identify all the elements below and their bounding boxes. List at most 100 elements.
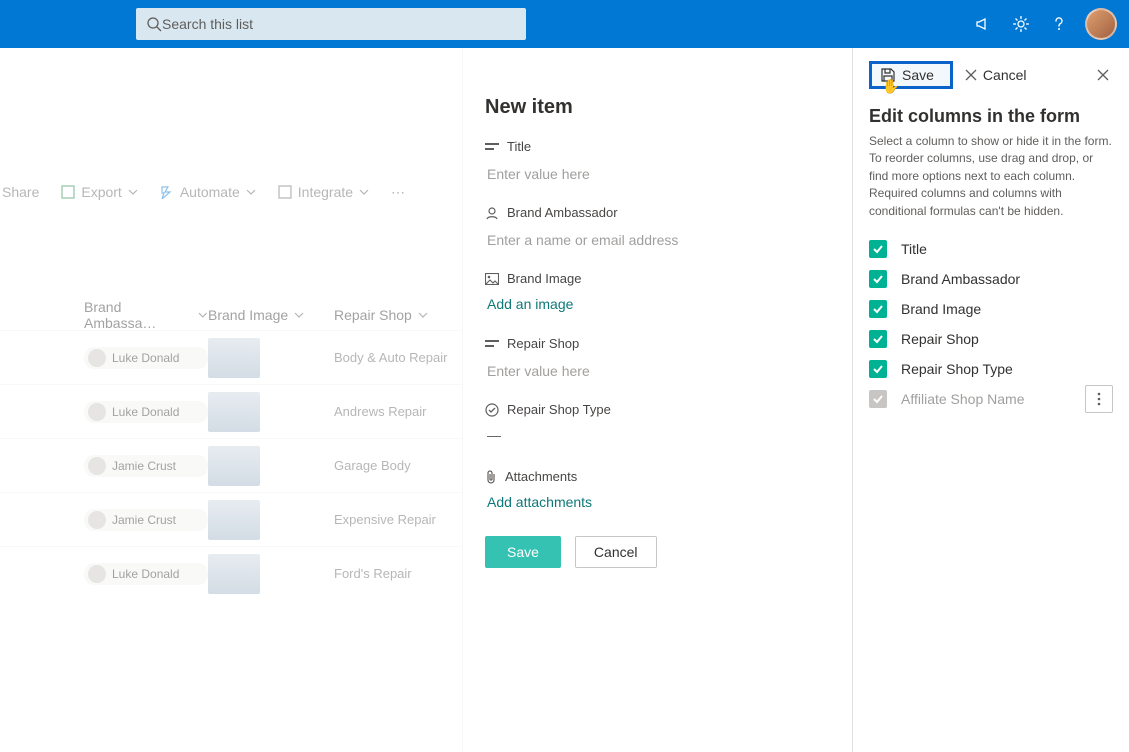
person-name: Jamie Crust [112, 513, 176, 527]
text-field-icon [485, 338, 499, 350]
column-label: Repair Shop Type [901, 361, 1013, 377]
search-icon [146, 16, 162, 32]
megaphone-icon[interactable] [967, 8, 999, 40]
person-name: Luke Donald [112, 405, 179, 419]
integrate-button[interactable]: Integrate [278, 184, 369, 200]
column-label: Brand Ambassador [901, 271, 1020, 287]
avatar[interactable] [1085, 8, 1117, 40]
avatar [88, 511, 106, 529]
panel-close-button[interactable] [1093, 65, 1113, 85]
repair-shop-label: Repair Shop [507, 336, 579, 351]
person-icon [485, 206, 499, 220]
repair-shop-cell: Ford's Repair [334, 566, 474, 581]
column-toggle-row[interactable]: Title [869, 234, 1113, 264]
repair-shop-type-value[interactable]: — [485, 423, 826, 453]
checkbox[interactable] [869, 240, 887, 258]
checkbox[interactable] [869, 300, 887, 318]
column-label: Affiliate Shop Name [901, 391, 1024, 407]
col-brand-ambassador[interactable]: Brand Ambassa… [84, 299, 208, 331]
person-pill: Luke Donald [84, 347, 208, 369]
avatar [88, 565, 106, 583]
panel-description: Select a column to show or hide it in th… [869, 133, 1113, 220]
automate-button[interactable]: Automate [160, 184, 256, 200]
new-item-form: New item Title Brand Ambassador Brand Im… [462, 48, 852, 752]
help-icon[interactable] [1043, 8, 1075, 40]
column-toggle-row[interactable]: Brand Image [869, 294, 1113, 324]
form-save-button-bottom[interactable]: Save [485, 536, 561, 568]
search-input[interactable] [162, 16, 516, 32]
col-repair-shop[interactable]: Repair Shop [334, 307, 474, 323]
chevron-down-icon [418, 310, 428, 320]
add-image-link[interactable]: Add an image [485, 292, 826, 320]
column-label: Title [901, 241, 927, 257]
chevron-down-icon [128, 187, 138, 197]
column-toggle-row[interactable]: Repair Shop [869, 324, 1113, 354]
checkbox[interactable] [869, 270, 887, 288]
title-label: Title [507, 139, 531, 154]
brand-image-thumb [208, 500, 260, 540]
repair-shop-cell: Garage Body [334, 458, 474, 473]
repair-shop-cell: Andrews Repair [334, 404, 474, 419]
column-toggle-row[interactable]: Brand Ambassador [869, 264, 1113, 294]
brand-image-thumb [208, 338, 260, 378]
checkbox[interactable] [869, 360, 887, 378]
person-pill: Luke Donald [84, 401, 208, 423]
attachments-label: Attachments [505, 469, 577, 484]
brand-image-label: Brand Image [507, 271, 581, 286]
title-input[interactable] [485, 160, 826, 189]
checkbox [869, 390, 887, 408]
person-name: Jamie Crust [112, 459, 176, 473]
attachment-icon [485, 470, 497, 484]
brand-ambassador-input[interactable] [485, 226, 826, 255]
app-topbar [0, 0, 1129, 48]
integrate-label: Integrate [298, 184, 353, 200]
form-cancel-button-bottom[interactable]: Cancel [575, 536, 657, 568]
person-pill: Luke Donald [84, 563, 208, 585]
brand-image-thumb [208, 554, 260, 594]
repair-shop-cell: Expensive Repair [334, 512, 474, 527]
brand-ambassador-label: Brand Ambassador [507, 205, 618, 220]
text-field-icon [485, 141, 499, 153]
image-icon [485, 273, 499, 285]
close-icon [965, 69, 977, 81]
chevron-down-icon [359, 187, 369, 197]
person-name: Luke Donald [112, 567, 179, 581]
person-pill: Jamie Crust [84, 509, 208, 531]
gear-icon[interactable] [1005, 8, 1037, 40]
column-toggle-row[interactable]: Affiliate Shop Name [869, 384, 1113, 414]
column-more-button[interactable] [1085, 385, 1113, 413]
checkbox[interactable] [869, 330, 887, 348]
col-brand-image[interactable]: Brand Image [208, 307, 334, 323]
chevron-down-icon [294, 310, 304, 320]
avatar [88, 457, 106, 475]
share-label: Share [2, 184, 39, 200]
person-name: Luke Donald [112, 351, 179, 365]
column-toggle-row[interactable]: Repair Shop Type [869, 354, 1113, 384]
avatar [88, 403, 106, 421]
chevron-down-icon [246, 187, 256, 197]
brand-image-thumb [208, 446, 260, 486]
brand-image-thumb [208, 392, 260, 432]
choice-icon [485, 403, 499, 417]
repair-shop-cell: Body & Auto Repair [334, 350, 474, 365]
panel-cancel-button[interactable]: Cancel [965, 67, 1027, 83]
export-button[interactable]: Export [61, 184, 137, 200]
repair-shop-type-label: Repair Shop Type [507, 402, 611, 417]
share-button[interactable]: Share [2, 184, 39, 200]
column-label: Brand Image [901, 301, 981, 317]
search-box[interactable] [136, 8, 526, 40]
panel-save-button[interactable]: Save ✋ [869, 61, 953, 89]
save-icon [880, 67, 896, 83]
add-attachments-link[interactable]: Add attachments [485, 490, 826, 518]
overflow-button[interactable]: ⋯ [391, 184, 405, 201]
column-label: Repair Shop [901, 331, 979, 347]
person-pill: Jamie Crust [84, 455, 208, 477]
repair-shop-input[interactable] [485, 357, 826, 386]
chevron-down-icon [198, 310, 208, 320]
edit-columns-panel: Save ✋ Cancel Edit columns in the form S… [852, 48, 1129, 752]
automate-label: Automate [180, 184, 240, 200]
avatar [88, 349, 106, 367]
panel-title: Edit columns in the form [869, 106, 1113, 127]
export-label: Export [81, 184, 121, 200]
form-heading: New item [485, 96, 826, 119]
